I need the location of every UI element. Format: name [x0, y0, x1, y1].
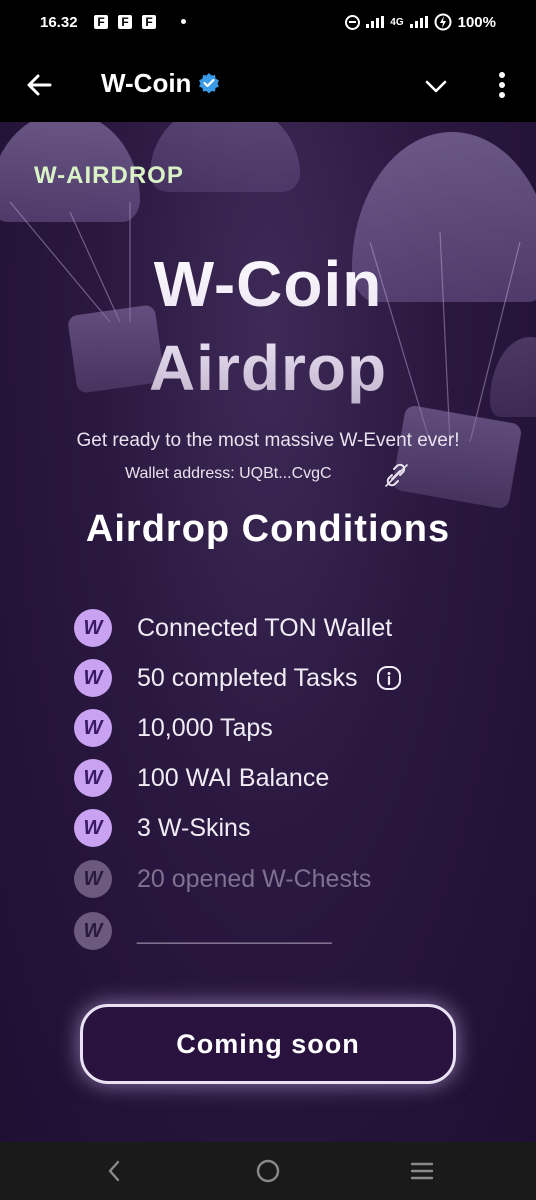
- condition-label: 50 completed Tasks: [137, 663, 358, 692]
- chevron-down-icon[interactable]: [424, 74, 448, 98]
- w-coin-icon: W: [74, 809, 112, 847]
- app-bar: W-Coin: [0, 46, 536, 122]
- more-notifications-dot-icon: [181, 19, 186, 24]
- w-coin-icon: W: [74, 709, 112, 747]
- info-icon[interactable]: [376, 665, 402, 691]
- condition-label: 3 W-Skins: [137, 813, 251, 842]
- condition-item: W 10,000 Taps: [74, 708, 273, 748]
- condition-label: 10,000 Taps: [137, 713, 273, 742]
- hero-title: W-Coin Airdrop: [0, 242, 536, 410]
- network-type: 4G: [390, 16, 404, 28]
- condition-item: W 50 completed Tasks: [74, 658, 402, 698]
- back-arrow-icon[interactable]: [24, 70, 54, 100]
- condition-item: W Connected TON Wallet: [74, 608, 392, 648]
- condition-item-hidden: W ______________: [74, 911, 332, 951]
- w-coin-icon: W: [74, 659, 112, 697]
- status-bar: 16.32 F F F 4G 100%: [0, 0, 536, 46]
- condition-item: W 100 WAI Balance: [74, 758, 329, 798]
- battery-level: 100%: [457, 13, 496, 31]
- disconnect-wallet-icon[interactable]: [383, 462, 409, 488]
- status-time: 16.32: [40, 14, 78, 31]
- condition-label: 20 opened W-Chests: [137, 864, 372, 893]
- verified-badge-icon: [199, 73, 219, 94]
- app-title: W-Coin: [101, 68, 192, 98]
- battery-saver-icon: [434, 13, 452, 31]
- coming-soon-label: Coming soon: [176, 1028, 360, 1059]
- condition-label: ______________: [137, 916, 332, 945]
- coming-soon-button[interactable]: Coming soon: [80, 1004, 456, 1084]
- hero-title-line2: Airdrop: [148, 332, 388, 404]
- w-coin-icon: W: [74, 609, 112, 647]
- nav-back-icon[interactable]: [102, 1158, 128, 1184]
- signal-icon: [366, 16, 385, 28]
- brand-label: W-AIRDROP: [34, 162, 184, 189]
- nav-recents-icon[interactable]: [409, 1158, 435, 1184]
- w-coin-icon: W: [74, 912, 112, 950]
- facebook-notification-icon: F: [94, 15, 108, 29]
- w-coin-icon: W: [74, 860, 112, 898]
- wallet-address: Wallet address: UQBt...CvgC: [125, 465, 332, 482]
- condition-item-locked: W 20 opened W-Chests: [74, 859, 371, 899]
- airdrop-page: W-AIRDROP W-Coin Airdrop Get ready to th…: [0, 122, 536, 1142]
- do-not-disturb-icon: [345, 14, 361, 30]
- hero-title-line1: W-Coin: [153, 248, 383, 320]
- facebook-notification-icon: F: [142, 15, 156, 29]
- conditions-title: Airdrop Conditions: [85, 508, 451, 550]
- w-coin-icon: W: [74, 759, 112, 797]
- signal-icon-secondary: [409, 16, 428, 28]
- more-options-icon[interactable]: [498, 70, 506, 100]
- condition-label: Connected TON Wallet: [137, 613, 393, 642]
- condition-label: 100 WAI Balance: [137, 763, 330, 792]
- system-navigation-bar: [0, 1142, 536, 1200]
- facebook-notification-icon: F: [118, 15, 132, 29]
- nav-home-icon[interactable]: [255, 1158, 281, 1184]
- condition-item: W 3 W-Skins: [74, 808, 250, 848]
- subtitle: Get ready to the most massive W-Event ev…: [76, 430, 460, 451]
